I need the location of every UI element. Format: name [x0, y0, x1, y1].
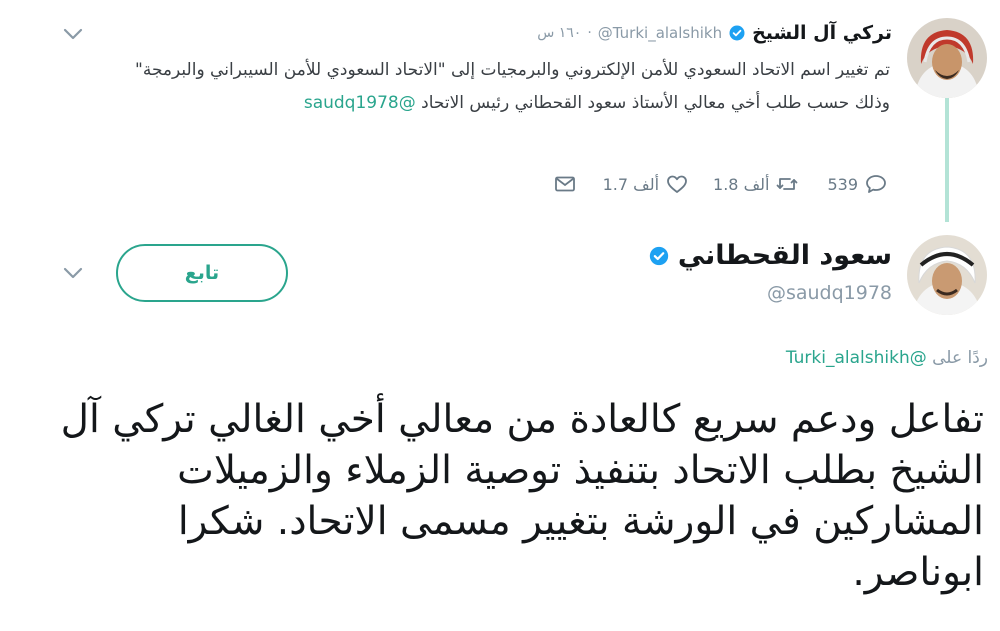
chevron-down-icon[interactable] — [62, 266, 84, 280]
like-count: 1.7 ألف — [602, 174, 660, 194]
main-tweet-text: تفاعل ودعم سريع كالعادة من معالي أخي الغ… — [60, 397, 984, 595]
chevron-down-icon[interactable] — [62, 27, 84, 41]
thread-connector-line — [945, 98, 949, 222]
avatar[interactable] — [907, 18, 987, 98]
parent-tweet-body: تم تغيير اسم الاتحاد السعودي للأمن الإلك… — [135, 60, 890, 113]
like-icon — [667, 175, 687, 193]
parent-author-handle[interactable]: @Turki_alalshikh — [598, 24, 722, 42]
follow-button[interactable]: تابع — [116, 244, 288, 302]
replying-to: ردًا على @Turki_alalshikh — [786, 348, 988, 368]
reply-icon — [866, 175, 886, 193]
parent-tweet-header: ١٦٠ س · @Turki_alalshikh تركي آل الشيخ — [537, 22, 892, 44]
verified-icon — [729, 25, 745, 41]
retweet-icon — [777, 178, 798, 190]
reply-count: 539 — [827, 174, 858, 194]
like-button[interactable]: 1.7 ألف — [603, 172, 689, 196]
reply-button[interactable]: 539 — [827, 172, 888, 196]
main-tweet-header: سعود القحطاني — [648, 240, 892, 271]
verified-icon — [649, 246, 669, 265]
mention-link[interactable]: @saudq1978 — [304, 93, 416, 113]
retweet-button[interactable]: 1.8 ألف — [713, 172, 799, 196]
parent-author-name[interactable]: تركي آل الشيخ — [752, 22, 892, 44]
reply-to-mention[interactable]: @Turki_alalshikh — [786, 348, 927, 368]
avatar[interactable] — [907, 235, 987, 315]
main-author-handle[interactable]: @saudq1978 — [767, 282, 892, 304]
message-icon — [554, 176, 575, 192]
message-button[interactable] — [553, 172, 577, 196]
tweet-time[interactable]: ١٦٠ س — [537, 25, 581, 41]
retweet-count: 1.8 ألف — [713, 174, 770, 194]
reply-prefix: ردًا على — [932, 348, 988, 368]
tweet-actions: 1.7 ألف 1.8 ألف 539 — [553, 172, 888, 196]
main-author-name[interactable]: سعود القحطاني — [678, 240, 892, 271]
parent-tweet-text: تم تغيير اسم الاتحاد السعودي للأمن الإلك… — [100, 54, 890, 120]
separator-dot: · — [587, 25, 592, 41]
